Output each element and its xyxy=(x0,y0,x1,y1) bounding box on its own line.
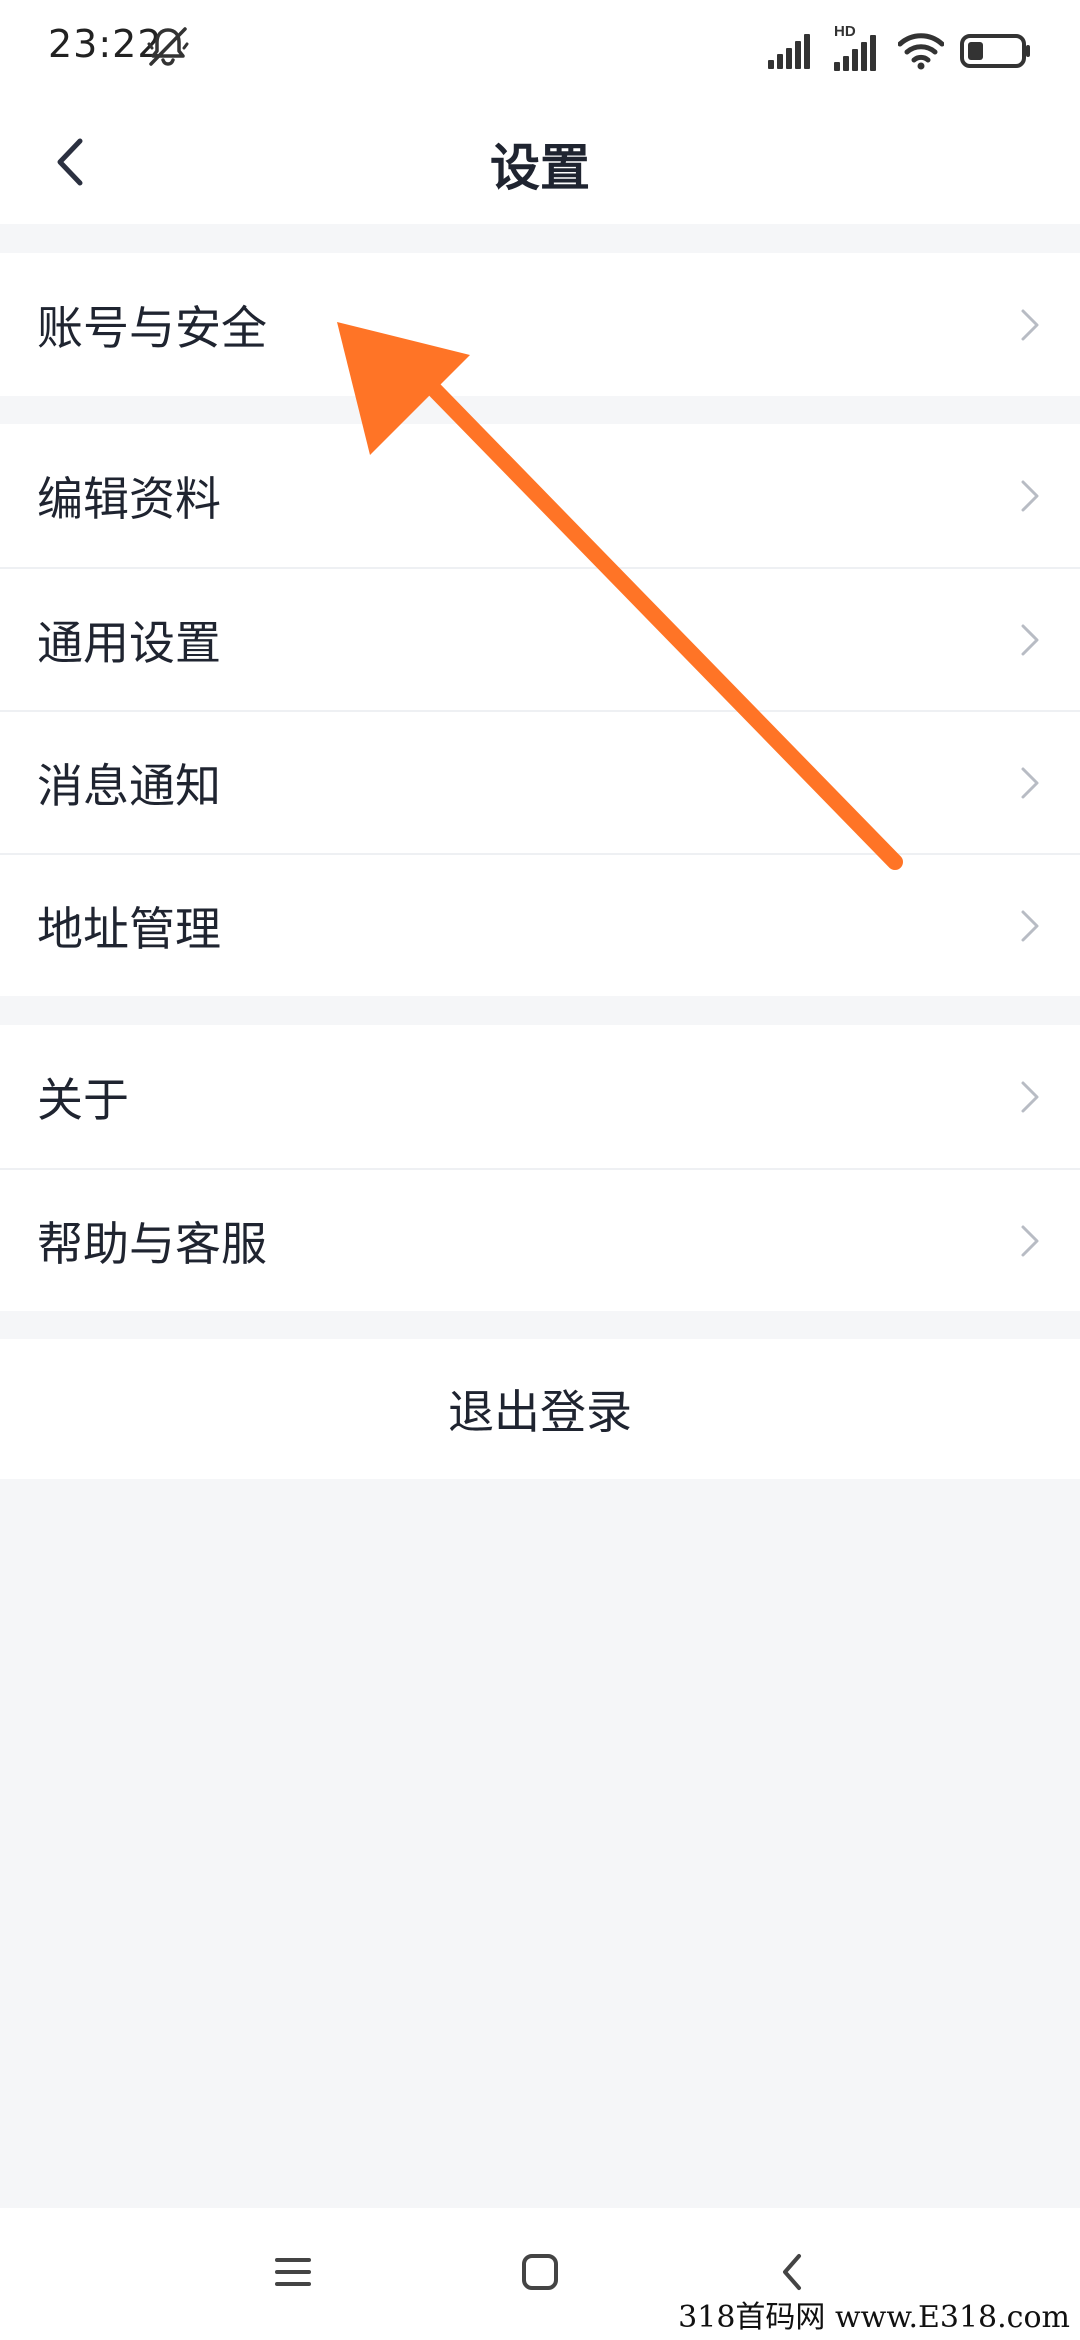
logout-label: 退出登录 xyxy=(448,1385,632,1439)
settings-item-label: 帮助与客服 xyxy=(37,1216,267,1271)
wifi-icon xyxy=(898,33,944,70)
settings-item-notifications[interactable]: 消息通知 xyxy=(0,710,1080,853)
logout-button[interactable]: 退出登录 xyxy=(0,1339,1080,1479)
battery-icon xyxy=(960,34,1030,68)
settings-item-label: 通用设置 xyxy=(37,615,221,670)
cellular-signal-hd-icon: HD xyxy=(832,23,882,73)
chevron-right-icon xyxy=(1021,480,1039,511)
settings-item-account-security[interactable]: 账号与安全 xyxy=(0,253,1080,396)
settings-item-label: 编辑资料 xyxy=(37,471,221,526)
settings-group-profile: 编辑资料 通用设置 消息通知 地址管理 xyxy=(0,424,1080,996)
menu-button[interactable] xyxy=(263,2242,323,2302)
settings-item-general[interactable]: 通用设置 xyxy=(0,567,1080,710)
settings-item-label: 地址管理 xyxy=(37,901,221,956)
settings-item-help[interactable]: 帮助与客服 xyxy=(0,1168,1080,1311)
settings-item-label: 关于 xyxy=(37,1072,129,1127)
navigation-bar: 318首码网 www.E318.com xyxy=(0,2208,1080,2340)
chevron-right-icon xyxy=(1021,309,1039,340)
settings-group-support: 关于 帮助与客服 xyxy=(0,1025,1080,1311)
settings-item-edit-profile[interactable]: 编辑资料 xyxy=(0,424,1080,567)
header: 设置 xyxy=(0,100,1080,224)
status-bar: 23:22 HD xyxy=(0,0,1080,100)
back-chevron-icon xyxy=(783,2254,801,2290)
mute-bell-icon xyxy=(147,27,189,66)
settings-item-label: 账号与安全 xyxy=(37,300,267,355)
settings-group-account: 账号与安全 xyxy=(0,253,1080,396)
page-title: 设置 xyxy=(490,139,590,197)
chevron-right-icon xyxy=(1021,624,1039,655)
chevron-right-icon xyxy=(1021,1225,1039,1256)
menu-icon xyxy=(275,2258,311,2286)
cellular-signal-icon xyxy=(768,34,810,69)
home-square-icon xyxy=(522,2254,558,2290)
chevron-right-icon xyxy=(1021,910,1039,941)
watermark: 318首码网 www.E318.com xyxy=(674,2292,1074,2336)
chevron-right-icon xyxy=(1021,767,1039,798)
settings-item-label: 消息通知 xyxy=(37,758,221,813)
chevron-right-icon xyxy=(1021,1081,1039,1112)
home-button[interactable] xyxy=(510,2242,570,2302)
settings-item-address[interactable]: 地址管理 xyxy=(0,853,1080,996)
settings-item-about[interactable]: 关于 xyxy=(0,1025,1080,1168)
